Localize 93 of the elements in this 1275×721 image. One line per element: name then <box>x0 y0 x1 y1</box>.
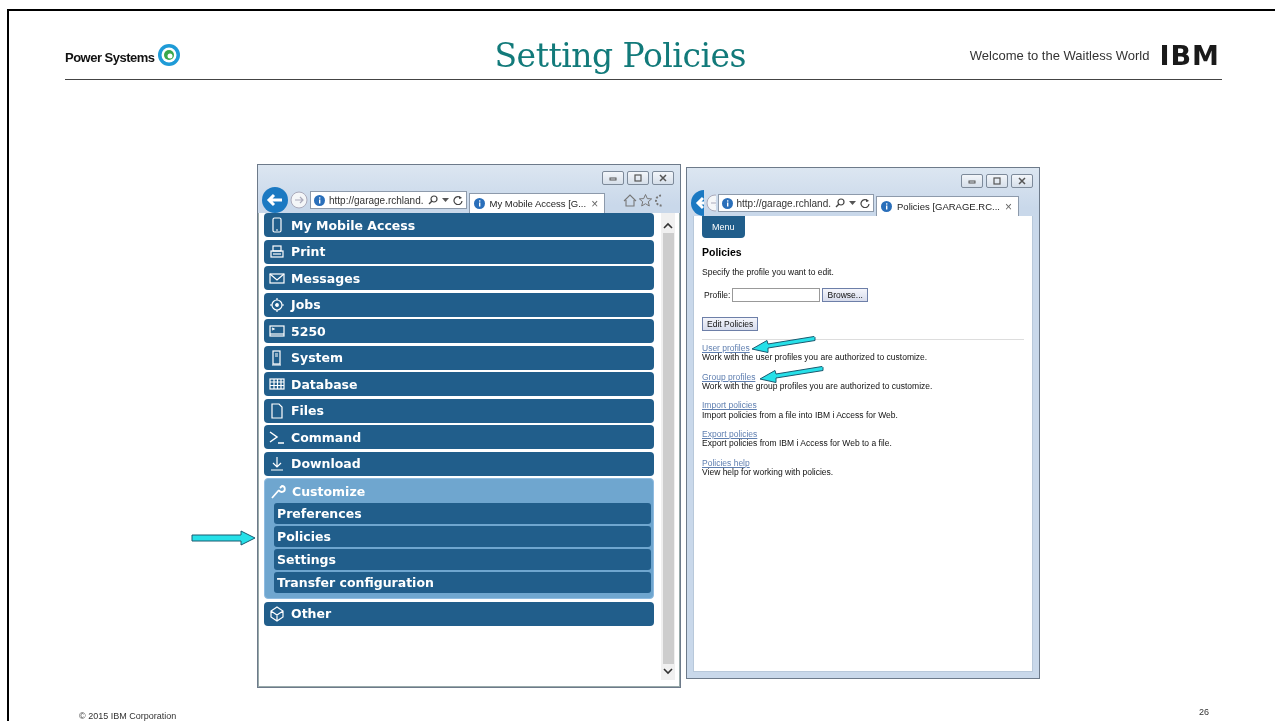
edit-policies-button[interactable]: Edit Policies <box>702 317 759 331</box>
address-bar[interactable]: http://garage.rchland. <box>310 191 467 209</box>
link-description: View help for working with policies. <box>702 468 835 478</box>
page-number: 26 <box>1199 707 1209 717</box>
tab-close-button[interactable]: × <box>1004 199 1012 214</box>
link-description: Work with the group profiles you are authorized to customize. <box>702 382 934 392</box>
link[interactable]: Group profiles <box>702 372 756 383</box>
address-text: http://garage.rchland. <box>329 194 424 206</box>
info-icon <box>314 194 325 206</box>
search-icon[interactable] <box>835 198 845 208</box>
page-heading: Policies <box>702 246 743 258</box>
instruction-text: Specify the profile you want to edit. <box>702 267 835 277</box>
info-icon <box>473 198 485 209</box>
printer-icon <box>269 243 285 260</box>
chevron-up-icon[interactable] <box>662 221 674 231</box>
link[interactable]: Import policies <box>702 401 757 411</box>
link[interactable]: Policies help <box>702 458 750 469</box>
caret-icon[interactable] <box>441 197 449 203</box>
menu-label: Customize <box>292 483 366 499</box>
home-icon[interactable] <box>623 193 638 207</box>
submenu-item[interactable]: Transfer configuration <box>274 572 651 593</box>
browse-button[interactable]: Browse... <box>822 288 868 302</box>
submenu-item[interactable]: Preferences <box>274 503 651 524</box>
star-icon[interactable] <box>639 193 653 207</box>
submenu-item[interactable]: Policies <box>274 526 651 547</box>
menu-label: Files <box>291 403 325 418</box>
link-description: Import policies from a file into IBM i Access for Web. <box>702 410 899 421</box>
menu-label: Other <box>291 606 332 621</box>
menu-label: My Mobile Access <box>291 217 416 233</box>
menu-label: Database <box>291 376 358 392</box>
menu-item[interactable]: Print <box>264 239 654 264</box>
pointer-arrow <box>191 530 257 546</box>
file-icon <box>269 402 285 419</box>
slide-title: Setting Policies <box>494 35 746 75</box>
minimize-icon[interactable] <box>961 174 983 188</box>
tagline: Welcome to the Waitless World <box>969 47 1150 63</box>
menu-item[interactable]: Messages <box>264 266 654 290</box>
submenu-item[interactable]: Settings <box>274 549 651 570</box>
maximize-icon[interactable] <box>627 171 649 185</box>
caret-icon[interactable] <box>849 200 856 206</box>
menu-label: System <box>291 350 344 365</box>
copyright-text: © 2015 IBM Corporation <box>79 711 177 721</box>
address-bar[interactable]: http://garage.rchland. <box>717 194 874 212</box>
link[interactable]: Export policies <box>702 430 758 440</box>
chevron-down-icon[interactable] <box>662 666 674 676</box>
link[interactable]: User profiles <box>702 344 750 354</box>
menu-label: Jobs <box>291 297 321 312</box>
menu-item[interactable]: System <box>264 345 654 370</box>
terminal-icon <box>269 323 285 339</box>
menu-item[interactable]: Jobs <box>264 292 654 317</box>
target-icon <box>269 296 285 313</box>
tab-close-button[interactable]: × <box>591 196 599 211</box>
address-text: http://garage.rchland. <box>736 197 831 209</box>
pointer-arrow <box>751 336 817 353</box>
swirl-logo-icon <box>156 43 181 67</box>
menu-item[interactable]: My Mobile Access <box>264 213 654 237</box>
company-logo: IBM <box>1159 41 1220 69</box>
phone-icon <box>269 217 285 233</box>
menu-item[interactable]: Database <box>264 372 654 396</box>
info-icon <box>721 197 733 209</box>
menu-label: Download <box>291 456 361 471</box>
search-icon[interactable] <box>427 195 438 205</box>
download-icon <box>269 455 285 472</box>
menu-label: Print <box>291 244 326 259</box>
envelope-icon <box>269 270 285 286</box>
menu-label: 5250 <box>291 323 326 339</box>
close-icon[interactable] <box>652 171 674 185</box>
refresh-icon[interactable] <box>452 195 463 205</box>
profile-label: Profile: <box>704 290 731 300</box>
maximize-icon[interactable] <box>986 174 1008 188</box>
menu-item[interactable]: Files <box>264 398 654 423</box>
menu-item[interactable]: Download <box>264 451 654 476</box>
link-description: Work with the user profiles you are authorized to customize. <box>702 353 929 363</box>
menu-item[interactable]: 5250 <box>264 319 654 343</box>
info-icon <box>881 201 892 212</box>
link-description: Export policies from IBM i Access for Web to a file. <box>702 439 893 449</box>
profile-input-field[interactable] <box>732 288 821 302</box>
pointer-arrow <box>759 366 825 383</box>
refresh-icon[interactable] <box>860 198 870 208</box>
browser-tab[interactable]: Policies [GARAGE.RC... × <box>876 196 1019 216</box>
brand-name: Power Systems <box>65 50 155 65</box>
menu-button[interactable]: Menu <box>702 216 745 238</box>
prompt-icon <box>269 429 285 445</box>
close-icon[interactable] <box>1011 174 1033 188</box>
minimize-icon[interactable] <box>602 171 624 185</box>
menu-item[interactable]: Other <box>264 601 654 626</box>
scrollbar[interactable] <box>661 213 675 680</box>
menu-item[interactable]: Command <box>264 425 654 449</box>
menu-label: Messages <box>291 270 361 286</box>
cube-icon <box>269 605 285 622</box>
grid-icon <box>269 376 285 392</box>
menu-label: Command <box>291 429 362 445</box>
browser-tab[interactable]: My Mobile Access [G... × <box>468 193 606 213</box>
